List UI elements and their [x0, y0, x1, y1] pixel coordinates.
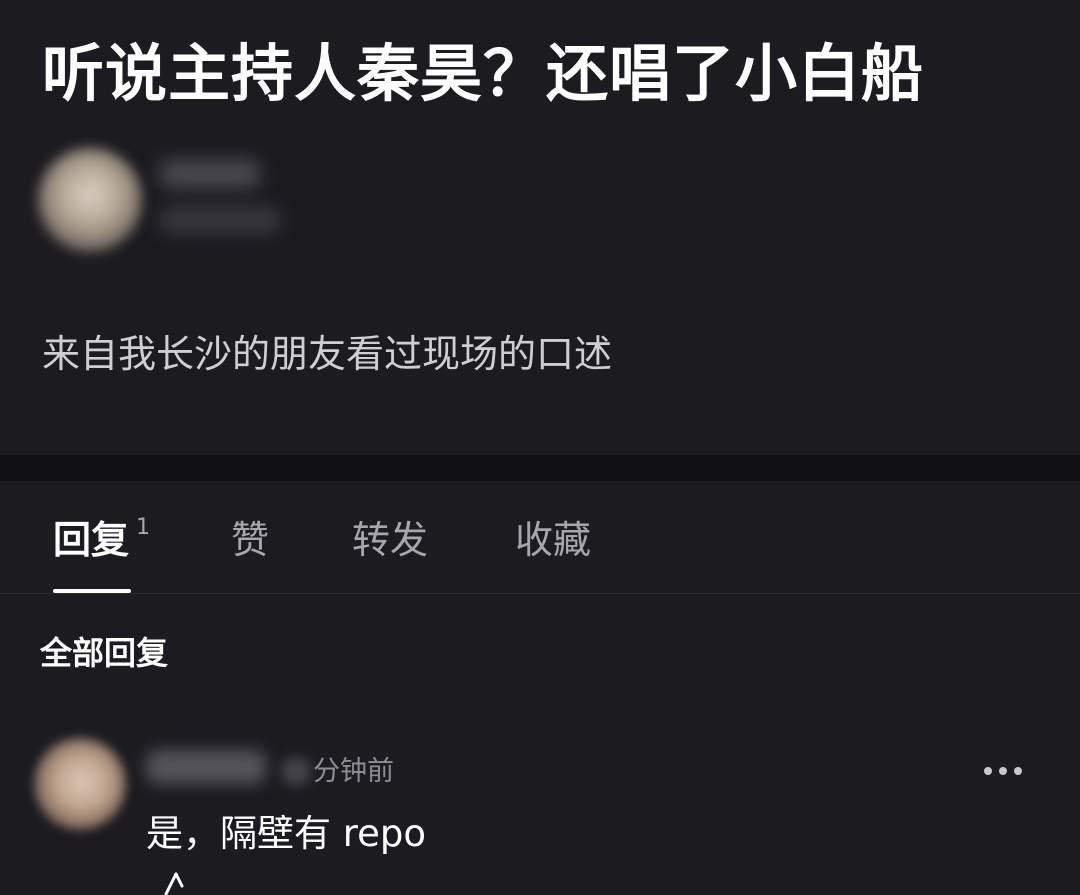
post-card: 听说主持人秦昊？还唱了小白船 来自我长沙的朋友看过现场的口述 [0, 0, 1080, 455]
all-replies-heading: 全部回复 [40, 634, 169, 672]
tab-likes-label: 赞 [231, 518, 270, 562]
more-options-button[interactable] [978, 754, 1028, 788]
tab-bar: 回复 1 赞 转发 收藏 [0, 481, 1080, 594]
more-horizontal-icon [984, 767, 1022, 775]
active-tab-indicator [53, 589, 131, 593]
tab-reposts-label: 转发 [352, 518, 429, 562]
section-divider [0, 455, 1080, 481]
reply-username-redacted[interactable] [146, 750, 266, 784]
tab-replies[interactable]: 回复 [53, 517, 129, 563]
tab-favorites-label: 收藏 [515, 518, 592, 562]
tab-likes[interactable]: 赞 [231, 517, 269, 563]
tab-replies-label: 回复 [53, 518, 130, 562]
reply-timestamp: 分钟前 [313, 756, 394, 787]
post-body: 来自我长沙的朋友看过现场的口述 [42, 332, 613, 376]
reply-time-number-redacted [282, 758, 310, 784]
author-meta-redacted [160, 208, 280, 232]
author-name-redacted[interactable] [160, 160, 260, 188]
reply-avatar[interactable] [34, 738, 126, 830]
reply-text: 是，隔壁有 repo [146, 812, 427, 855]
tab-favorites[interactable]: 收藏 [515, 517, 591, 563]
tab-reposts[interactable]: 转发 [352, 517, 428, 563]
post-title: 听说主持人秦昊？还唱了小白船 [42, 37, 925, 110]
author-avatar[interactable] [38, 148, 142, 252]
cropped-text-fragment [164, 872, 184, 895]
tab-replies-count: 1 [136, 515, 150, 540]
